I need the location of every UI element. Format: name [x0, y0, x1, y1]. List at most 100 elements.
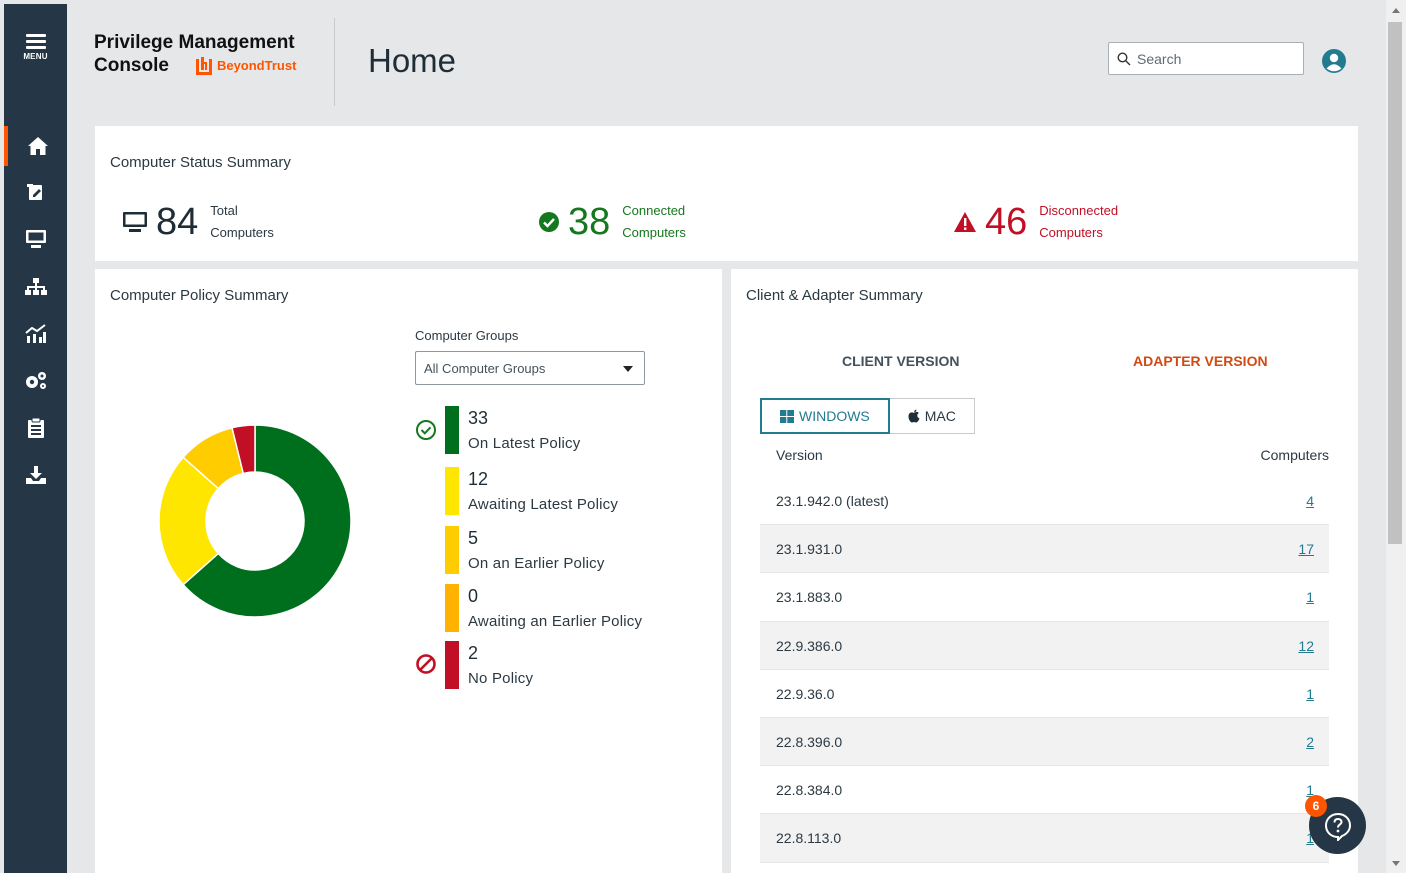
- connected-computers-value: 38: [568, 201, 611, 243]
- version-table: 23.1.942.0 (latest) 4 23.1.931.0 17 23.1.8…: [760, 477, 1329, 863]
- check-circle-icon: [539, 212, 559, 232]
- total-label1: Total: [210, 203, 238, 218]
- table-row: 23.1.883.0 1: [760, 573, 1329, 622]
- computers-count-link[interactable]: 12: [1298, 638, 1314, 654]
- disconnected-label2: Computers: [1039, 225, 1103, 240]
- hierarchy-icon: [24, 278, 47, 295]
- sidebar-item-analytics[interactable]: [4, 314, 67, 354]
- warning-icon: [954, 212, 976, 232]
- disconnected-label1: Disconnected: [1039, 203, 1119, 218]
- card-title: Computer Status Summary: [110, 154, 291, 171]
- sidebar-item-downloads[interactable]: [4, 455, 67, 495]
- connected-label1: Connected: [622, 203, 686, 218]
- disconnected-computers-stat[interactable]: 46 Disconnected Computers: [953, 198, 1118, 246]
- computers-count-link[interactable]: 4: [1306, 493, 1314, 509]
- menu-button[interactable]: MENU: [4, 34, 67, 78]
- os-tab-group: WINDOWS MAC: [760, 398, 975, 434]
- legend-item-no-policy[interactable]: 2 No Policy: [445, 641, 705, 695]
- column-header-version: Version: [776, 447, 823, 463]
- computers-count-link[interactable]: 1: [1306, 589, 1314, 605]
- legend-item-awaiting-latest[interactable]: 12 Awaiting Latest Policy: [445, 467, 705, 521]
- legend-color-bar: [445, 406, 459, 454]
- sidebar-item-groups[interactable]: [4, 267, 67, 307]
- sidebar-item-home[interactable]: [4, 126, 67, 166]
- page-title: Home: [368, 42, 457, 79]
- search-icon: [1117, 51, 1131, 65]
- computer-groups-select[interactable]: All Computer Groups: [415, 351, 645, 385]
- legend-label: On an Earlier Policy: [468, 555, 605, 572]
- version-cell: 22.8.113.0: [776, 830, 842, 847]
- sidebar-item-settings[interactable]: [4, 361, 67, 401]
- app-title-line1: Privilege Management: [94, 32, 295, 53]
- table-row: 22.9.386.0 12: [760, 621, 1329, 670]
- computer-policy-summary-card: Computer Policy Summary Computer Groups …: [95, 269, 722, 873]
- beyondtrust-logo-icon: [195, 56, 212, 75]
- tab-windows-label: WINDOWS: [799, 408, 870, 424]
- policy-donut-chart: [158, 424, 352, 618]
- search-input[interactable]: [1137, 50, 1297, 67]
- version-cell: 22.9.386.0: [776, 637, 843, 654]
- chevron-down-icon: [623, 366, 633, 372]
- legend-item-on-latest[interactable]: 33 On Latest Policy: [445, 406, 705, 460]
- legend-color-bar: [445, 467, 459, 515]
- app-title-line2: Console: [94, 55, 169, 76]
- table-row: 22.8.113.0 1: [760, 814, 1329, 863]
- table-row: 22.9.36.0 1: [760, 670, 1329, 718]
- total-computers-value: 84: [156, 201, 199, 243]
- legend-value: 2: [468, 643, 479, 663]
- check-circle-outline-icon: [415, 419, 437, 446]
- connected-label2: Computers: [622, 225, 686, 240]
- connected-computers-stat[interactable]: 38 Connected Computers: [538, 198, 686, 246]
- disconnected-computers-value: 46: [985, 201, 1028, 243]
- app-brand: Privilege Management Console BeyondTrust: [94, 31, 296, 77]
- settings-icon: [25, 372, 46, 389]
- table-header: Version Computers: [776, 447, 1329, 463]
- apple-icon: [908, 409, 920, 423]
- tab-adapter-version[interactable]: ADAPTER VERSION: [1133, 353, 1268, 369]
- vertical-scrollbar[interactable]: [1386, 0, 1406, 873]
- version-cell: 23.1.883.0: [776, 589, 843, 606]
- clipboard-icon: [27, 417, 44, 438]
- total-computers-stat[interactable]: 84 Total Computers: [122, 198, 274, 246]
- scroll-down-arrow-icon[interactable]: [1392, 861, 1400, 866]
- menu-label: MENU: [23, 52, 48, 61]
- legend-color-bar: [445, 584, 459, 632]
- tab-mac[interactable]: MAC: [889, 398, 975, 434]
- header-divider: [334, 18, 335, 106]
- legend-item-awaiting-earlier[interactable]: 0 Awaiting an Earlier Policy: [445, 584, 705, 638]
- computer-icon: [25, 230, 46, 248]
- tab-windows[interactable]: WINDOWS: [760, 398, 890, 434]
- version-cell: 23.1.942.0 (latest): [776, 493, 889, 509]
- sidebar-item-reports[interactable]: [4, 408, 67, 448]
- menu-icon: [25, 34, 46, 52]
- sidebar-item-computers[interactable]: [4, 219, 67, 259]
- card-title: Computer Policy Summary: [110, 287, 289, 304]
- version-cell: 23.1.931.0: [776, 541, 843, 558]
- beyondtrust-logo: BeyondTrust: [195, 54, 296, 77]
- tab-client-version[interactable]: CLIENT VERSION: [842, 353, 959, 369]
- windows-icon: [780, 409, 794, 423]
- legend-value: 33: [468, 408, 489, 428]
- legend-value: 5: [468, 528, 479, 548]
- legend-label: Awaiting an Earlier Policy: [468, 613, 643, 630]
- computers-count-link[interactable]: 2: [1306, 734, 1314, 750]
- home-icon: [27, 137, 48, 155]
- version-cell: 22.9.36.0: [776, 685, 835, 702]
- card-title: Client & Adapter Summary: [746, 287, 923, 304]
- tab-mac-label: MAC: [924, 408, 956, 424]
- legend-item-earlier-policy[interactable]: 5 On an Earlier Policy: [445, 526, 705, 580]
- policy-edit-icon: [26, 184, 42, 200]
- computers-count-link[interactable]: 1: [1306, 686, 1314, 702]
- scroll-up-arrow-icon[interactable]: [1392, 8, 1400, 13]
- scrollbar-thumb[interactable]: [1388, 22, 1402, 544]
- table-row: 22.8.384.0 1: [760, 766, 1329, 815]
- user-account-button[interactable]: [1322, 49, 1346, 78]
- version-cell: 22.8.396.0: [776, 733, 843, 750]
- legend-label: Awaiting Latest Policy: [468, 496, 619, 513]
- notification-badge: 6: [1305, 795, 1327, 817]
- computers-count-link[interactable]: 17: [1298, 541, 1314, 557]
- legend-color-bar: [445, 641, 459, 689]
- search-box[interactable]: [1108, 42, 1304, 75]
- sidebar-item-policies[interactable]: [4, 172, 67, 212]
- legend-label: No Policy: [468, 670, 534, 687]
